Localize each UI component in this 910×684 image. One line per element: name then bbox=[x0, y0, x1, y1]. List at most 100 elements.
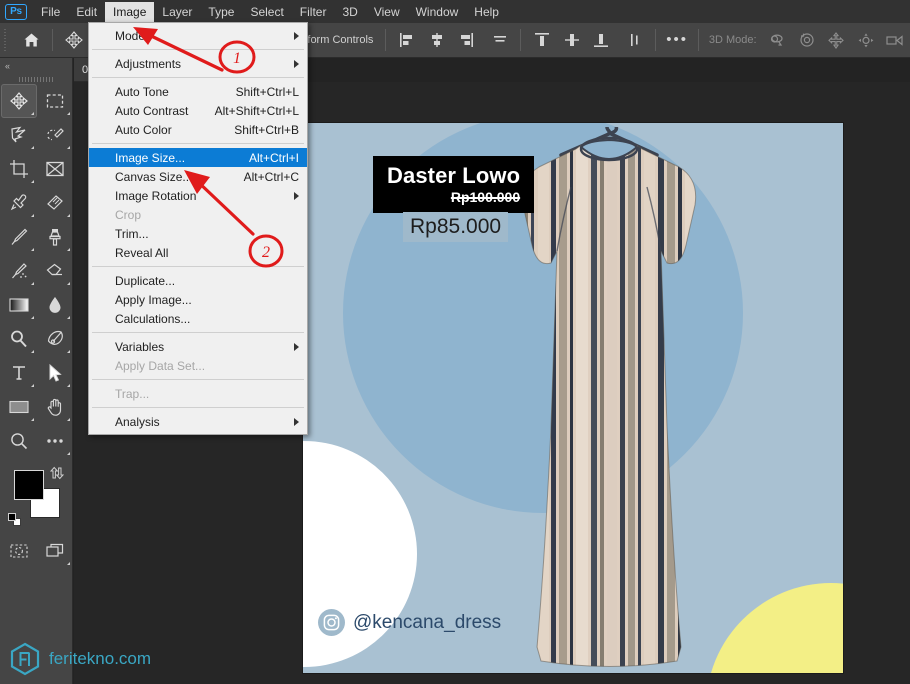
slide-3d-icon[interactable] bbox=[851, 25, 881, 55]
menu-item-duplicate[interactable]: Duplicate... bbox=[89, 271, 307, 290]
watermark: feritekno.com bbox=[8, 642, 151, 676]
menu-item-image-size[interactable]: Image Size... Alt+Ctrl+I bbox=[89, 148, 307, 167]
tool-corner-indicator bbox=[67, 452, 70, 455]
menu-item-variables[interactable]: Variables bbox=[89, 337, 307, 356]
menu-3d[interactable]: 3D bbox=[334, 2, 365, 22]
menu-item-canvas-size[interactable]: Canvas Size... Alt+Ctrl+C bbox=[89, 167, 307, 186]
roll-3d-icon[interactable] bbox=[792, 25, 822, 55]
tool-lasso[interactable] bbox=[1, 118, 37, 152]
orbit-3d-icon[interactable] bbox=[763, 25, 793, 55]
tool-eyedropper[interactable] bbox=[1, 186, 37, 220]
tool-brush[interactable] bbox=[1, 220, 37, 254]
tool-corner-indicator bbox=[31, 248, 34, 251]
align-right-edges-icon[interactable] bbox=[451, 25, 481, 55]
swap-colors-icon[interactable] bbox=[49, 466, 65, 483]
menu-item-mode[interactable]: Mode bbox=[89, 26, 307, 45]
quick-mask-icon[interactable] bbox=[1, 534, 37, 568]
align-horizontal-centers-icon[interactable] bbox=[422, 25, 452, 55]
menu-type[interactable]: Type bbox=[200, 2, 242, 22]
toolbar-drag-grip[interactable] bbox=[0, 74, 72, 84]
tool-spot-healing-brush[interactable] bbox=[37, 186, 73, 220]
menu-item-shortcut: Shift+Ctrl+B bbox=[234, 122, 299, 137]
move-tool-icon[interactable] bbox=[59, 25, 89, 55]
distribute-horizontal-icon[interactable] bbox=[485, 25, 515, 55]
menu-item-label: Analysis bbox=[115, 414, 160, 429]
tool-history-brush[interactable] bbox=[1, 254, 37, 288]
menu-item-label: Apply Image... bbox=[115, 292, 192, 307]
3d-mode-label: 3D Mode: bbox=[708, 34, 757, 46]
image-menu-dropdown: Mode Adjustments Auto Tone Shift+Ctrl+L … bbox=[88, 22, 308, 435]
tools-grid bbox=[0, 84, 72, 458]
submenu-arrow-icon bbox=[294, 342, 299, 351]
pan-3d-icon[interactable] bbox=[822, 25, 852, 55]
camera-3d-icon[interactable] bbox=[881, 25, 910, 55]
menu-item-reveal-all[interactable]: Reveal All bbox=[89, 243, 307, 262]
menu-item-label: Calculations... bbox=[115, 311, 191, 326]
align-bottom-edges-icon[interactable] bbox=[586, 25, 616, 55]
menu-select[interactable]: Select bbox=[242, 2, 291, 22]
tools-panel: « bbox=[0, 58, 73, 684]
tool-rectangle[interactable] bbox=[1, 390, 37, 424]
menu-item-analysis[interactable]: Analysis bbox=[89, 412, 307, 431]
tool-move[interactable] bbox=[1, 84, 37, 118]
menu-item-auto-contrast[interactable]: Auto Contrast Alt+Shift+Ctrl+L bbox=[89, 101, 307, 120]
tool-zoom[interactable] bbox=[1, 424, 37, 458]
menu-item-trim[interactable]: Trim... bbox=[89, 224, 307, 243]
home-icon[interactable] bbox=[17, 25, 47, 55]
menu-separator bbox=[92, 77, 304, 78]
submenu-arrow-icon bbox=[294, 417, 299, 426]
tool-clone-stamp[interactable] bbox=[37, 220, 73, 254]
tool-edit-toolbar[interactable] bbox=[37, 424, 73, 458]
menu-separator bbox=[92, 407, 304, 408]
menu-view[interactable]: View bbox=[366, 2, 408, 22]
document-canvas[interactable]: Daster Lowo Rp100.000 Rp85.000 @kencana_… bbox=[303, 123, 843, 673]
tool-corner-indicator bbox=[31, 384, 34, 387]
align-top-edges-icon[interactable] bbox=[527, 25, 557, 55]
tool-hand[interactable] bbox=[37, 390, 73, 424]
tool-corner-indicator bbox=[67, 350, 70, 353]
tool-corner-indicator bbox=[67, 384, 70, 387]
options-separator-3 bbox=[385, 29, 387, 51]
menu-layer[interactable]: Layer bbox=[154, 2, 200, 22]
foreground-color-swatch[interactable] bbox=[14, 470, 44, 500]
menu-item-apply-image[interactable]: Apply Image... bbox=[89, 290, 307, 309]
more-options-dots: ••• bbox=[666, 31, 688, 48]
tool-corner-indicator bbox=[31, 112, 34, 115]
menu-separator bbox=[92, 332, 304, 333]
menu-item-auto-tone[interactable]: Auto Tone Shift+Ctrl+L bbox=[89, 82, 307, 101]
menu-help[interactable]: Help bbox=[466, 2, 507, 22]
distribute-vertical-icon[interactable] bbox=[620, 25, 650, 55]
align-left-edges-icon[interactable] bbox=[392, 25, 422, 55]
menu-filter[interactable]: Filter bbox=[292, 2, 335, 22]
tool-gradient[interactable] bbox=[1, 288, 37, 322]
menu-item-calculations[interactable]: Calculations... bbox=[89, 309, 307, 328]
options-bar-grip[interactable] bbox=[3, 29, 11, 51]
more-options-icon[interactable]: ••• bbox=[662, 25, 692, 55]
menu-image[interactable]: Image bbox=[105, 1, 155, 22]
tool-quick-selection[interactable] bbox=[37, 118, 73, 152]
menu-item-crop: Crop bbox=[89, 205, 307, 224]
tool-crop[interactable] bbox=[1, 152, 37, 186]
menu-item-auto-color[interactable]: Auto Color Shift+Ctrl+B bbox=[89, 120, 307, 139]
collapse-toolbar-button[interactable]: « bbox=[0, 58, 72, 74]
instagram-icon bbox=[318, 609, 345, 636]
tool-path-selection[interactable] bbox=[37, 356, 73, 390]
tool-type[interactable] bbox=[1, 356, 37, 390]
tool-rectangular-marquee[interactable] bbox=[37, 84, 73, 118]
tool-frame[interactable] bbox=[37, 152, 73, 186]
menu-file[interactable]: File bbox=[33, 2, 68, 22]
tool-eraser[interactable] bbox=[37, 254, 73, 288]
tool-blur[interactable] bbox=[37, 288, 73, 322]
tool-pen[interactable] bbox=[37, 322, 73, 356]
tool-corner-indicator bbox=[67, 112, 70, 115]
menu-item-image-rotation[interactable]: Image Rotation bbox=[89, 186, 307, 205]
default-colors-icon[interactable] bbox=[8, 513, 21, 526]
tool-dodge[interactable] bbox=[1, 322, 37, 356]
menu-item-adjustments[interactable]: Adjustments bbox=[89, 54, 307, 73]
menu-edit[interactable]: Edit bbox=[68, 2, 105, 22]
align-vertical-centers-icon[interactable] bbox=[557, 25, 587, 55]
menu-window[interactable]: Window bbox=[408, 2, 467, 22]
screen-mode-icon[interactable] bbox=[37, 534, 73, 568]
options-separator-1 bbox=[52, 29, 54, 51]
menu-item-label: Crop bbox=[115, 207, 142, 222]
